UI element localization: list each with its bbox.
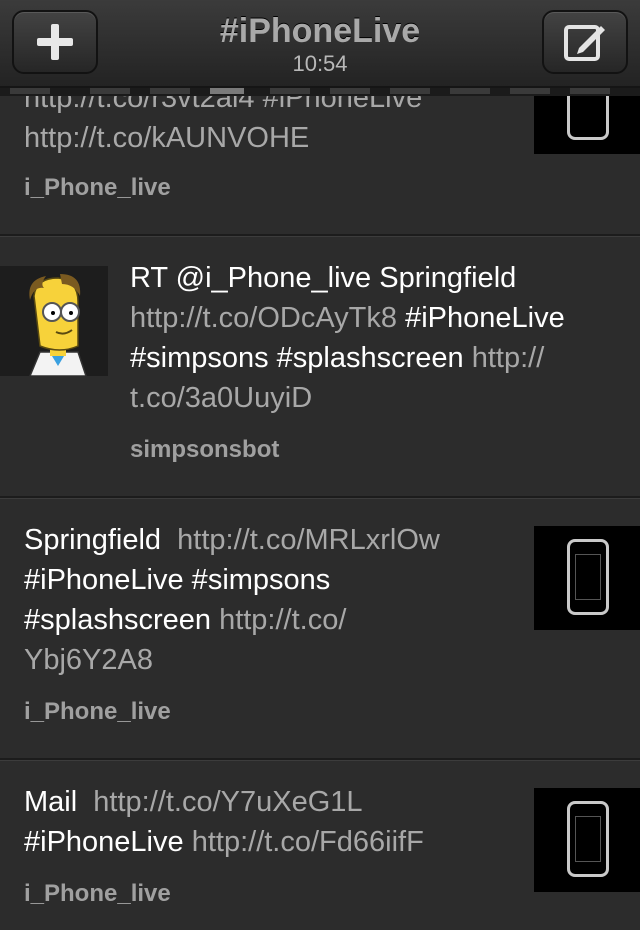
avatar[interactable] (0, 266, 108, 377)
tweet-hashtag[interactable]: #iPhoneLive (24, 826, 184, 858)
tweet-thumbnail[interactable] (534, 526, 640, 630)
tweet-link[interactable]: http://t.co/Y7uXeG1L (93, 786, 362, 818)
tweet-text: Springfield http://t.co/MRLxrlOw #iPhone… (24, 524, 440, 676)
tweet-link[interactable]: http://t.co/Fd66iifF (192, 826, 424, 858)
tweet-item[interactable]: Springfield http://t.co/MRLxrlOw #iPhone… (0, 498, 640, 760)
tweet-hashtag[interactable]: #iPhoneLive (405, 302, 565, 334)
tweet-link[interactable]: http://t.co/MRLxrlOw (177, 524, 440, 556)
tweet-username[interactable]: i_Phone_live (24, 880, 171, 908)
tweet-hashtag[interactable]: #simpsons #splashscreen (130, 342, 464, 374)
tweet-username[interactable]: i_Phone_live (24, 174, 171, 202)
compose-button[interactable] (542, 10, 628, 74)
tweet-link[interactable]: http:// (472, 342, 545, 374)
tweet-hashtag[interactable]: #iPhoneLive #simpsons (24, 564, 330, 596)
tweet-thumbnail[interactable] (534, 788, 640, 892)
tweet-link[interactable]: http://t.co/ (219, 604, 346, 636)
tweet-username[interactable]: i_Phone_live (24, 698, 171, 726)
tweet-text: RT @i_Phone_live Springfield http://t.co… (130, 262, 565, 414)
tweet-username[interactable]: simpsonsbot (130, 436, 279, 464)
tweet-link[interactable]: http://t.co/kAUNVOHE (24, 122, 309, 154)
tweet-link[interactable]: http://t.co/ODcAyTk8 (130, 302, 397, 334)
tweet-hashtag[interactable]: #splashscreen (24, 604, 211, 636)
tweet-item[interactable]: RT @i_Phone_live Springfield http://t.co… (0, 236, 640, 498)
navigation-bar: #iPhoneLive 10:54 (0, 0, 640, 88)
phone-image-icon (567, 801, 609, 877)
compose-icon (564, 25, 605, 61)
tweet-link[interactable]: t.co/3a0UuyiD (130, 382, 312, 414)
phone-image-icon (567, 539, 609, 615)
tweet-link[interactable]: Ybj6Y2A8 (24, 644, 153, 676)
tweet-item[interactable]: Mail http://t.co/Y7uXeG1L #iPhoneLive ht… (0, 760, 640, 930)
tweet-text: Mail http://t.co/Y7uXeG1L #iPhoneLive ht… (24, 786, 424, 858)
professor-avatar-icon (0, 266, 108, 377)
